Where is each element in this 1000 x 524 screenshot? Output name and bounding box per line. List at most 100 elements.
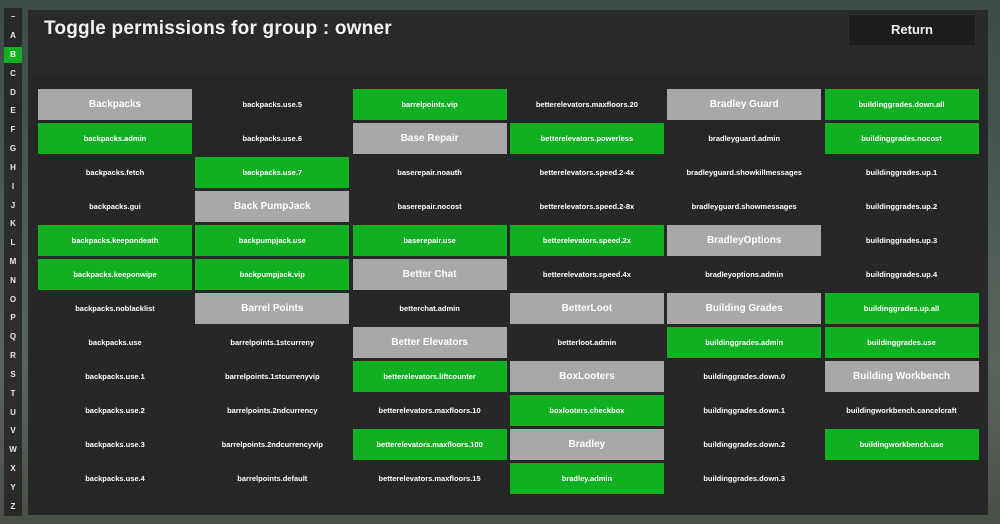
alphabet-letter-m[interactable]: M xyxy=(4,254,22,270)
permission-toggle-off[interactable]: barrelpoints.2ndcurrencyvip xyxy=(195,429,349,460)
permission-toggle-on[interactable]: backpumpjack.use xyxy=(195,225,350,256)
alphabet-letter-c[interactable]: C xyxy=(4,66,22,82)
permission-toggle-on[interactable]: betterelevators.liftcounter xyxy=(352,361,507,392)
alphabet-letter-y[interactable]: Y xyxy=(4,480,22,496)
permission-toggle-off[interactable]: betterelevators.speed.2-8x xyxy=(510,191,664,222)
alphabet-letter-j[interactable]: J xyxy=(4,198,22,214)
permission-toggle-off[interactable]: backpacks.noblacklist xyxy=(38,293,192,324)
permission-toggle-off[interactable]: backpacks.use xyxy=(38,327,192,358)
permission-toggle-on[interactable]: barrelpoints.vip xyxy=(352,89,507,120)
permission-toggle-off[interactable]: barrelpoints.default xyxy=(195,463,349,494)
alphabet-letter-b[interactable]: B xyxy=(4,47,22,64)
permission-toggle-off[interactable]: backpacks.fetch xyxy=(38,157,192,188)
alphabet-letter-z[interactable]: Z xyxy=(4,499,22,515)
permission-toggle-on[interactable]: backpacks.keeponwipe xyxy=(38,259,192,290)
plugin-header-button[interactable]: BradleyOptions xyxy=(667,225,822,256)
permission-toggle-off[interactable]: betterelevators.maxfloors.15 xyxy=(353,463,507,494)
alphabet-letter-n[interactable]: N xyxy=(4,273,22,289)
permission-toggle-on[interactable]: backpacks.use.7 xyxy=(195,157,350,188)
permission-toggle-off[interactable]: backpacks.use.6 xyxy=(195,123,349,154)
plugin-header-button[interactable]: Better Elevators xyxy=(352,327,507,358)
permission-toggle-off[interactable]: backpacks.use.2 xyxy=(38,395,192,426)
permission-toggle-on[interactable]: boxlooters.checkbox xyxy=(509,395,664,426)
permission-toggle-on[interactable]: buildinggrades.up.all xyxy=(824,293,979,324)
plugin-header-button[interactable]: Building Workbench xyxy=(824,361,979,392)
permission-toggle-off[interactable]: bradleyguard.admin xyxy=(667,123,821,154)
plugin-header-button[interactable]: BetterLoot xyxy=(509,293,664,324)
plugin-header-button[interactable]: Bradley xyxy=(509,429,664,460)
permission-toggle-off[interactable]: bradleyoptions.admin xyxy=(667,259,821,290)
permission-toggle-off[interactable]: buildinggrades.down.1 xyxy=(667,395,821,426)
alphabet-filter: – A B C D E F G H I J K L M N O P Q R S T U V W X Y Z xyxy=(4,8,22,516)
alphabet-letter-x[interactable]: X xyxy=(4,461,22,477)
plugin-header-button[interactable]: Better Chat xyxy=(352,259,507,290)
permission-toggle-off[interactable]: barrelpoints.2ndcurrency xyxy=(195,395,349,426)
permission-toggle-off[interactable]: buildinggrades.up.3 xyxy=(825,225,979,256)
plugin-header-button[interactable]: Backpacks xyxy=(38,89,192,120)
permission-toggle-on[interactable]: betterelevators.speed.2x xyxy=(509,225,664,256)
alphabet-letter-k[interactable]: K xyxy=(4,216,22,232)
alphabet-letter-w[interactable]: W xyxy=(4,442,22,458)
permission-toggle-on[interactable]: backpumpjack.vip xyxy=(195,259,350,290)
alphabet-letter-a[interactable]: A xyxy=(4,28,22,44)
permission-toggle-off[interactable]: bradleyguard.showmessages xyxy=(667,191,821,222)
plugin-header-button[interactable]: Barrel Points xyxy=(195,293,350,324)
alphabet-letter-v[interactable]: V xyxy=(4,423,22,439)
alphabet-letter-l[interactable]: L xyxy=(4,235,22,251)
alphabet-letter-o[interactable]: O xyxy=(4,292,22,308)
permission-toggle-off[interactable]: buildinggrades.down.3 xyxy=(667,463,821,494)
permission-toggle-off[interactable]: backpacks.use.1 xyxy=(38,361,192,392)
alphabet-letter-r[interactable]: R xyxy=(4,348,22,364)
permission-toggle-on[interactable]: betterelevators.powerless xyxy=(509,123,664,154)
permission-toggle-on[interactable]: bradley.admin xyxy=(509,463,664,494)
alphabet-letter-s[interactable]: S xyxy=(4,367,22,383)
permission-toggle-off[interactable]: buildinggrades.up.2 xyxy=(825,191,979,222)
permission-toggle-off[interactable]: buildinggrades.up.4 xyxy=(825,259,979,290)
permission-toggle-off[interactable]: buildinggrades.down.0 xyxy=(667,361,821,392)
permission-toggle-off[interactable]: backpacks.use.3 xyxy=(38,429,192,460)
alphabet-letter-i[interactable]: I xyxy=(4,179,22,195)
permission-toggle-off[interactable]: buildingworkbench.cancelcraft xyxy=(825,395,979,426)
permission-toggle-off[interactable]: backpacks.gui xyxy=(38,191,192,222)
alphabet-letter-f[interactable]: F xyxy=(4,122,22,138)
alphabet-letter-p[interactable]: P xyxy=(4,310,22,326)
plugin-header-button[interactable]: Building Grades xyxy=(667,293,822,324)
permission-toggle-off[interactable]: bradleyguard.showkillmessages xyxy=(667,157,821,188)
alphabet-letter-d[interactable]: D xyxy=(4,85,22,101)
permission-toggle-off[interactable]: betterelevators.maxfloors.10 xyxy=(353,395,507,426)
alphabet-letter-g[interactable]: G xyxy=(4,141,22,157)
return-button[interactable]: Return xyxy=(849,15,975,45)
permission-toggle-off[interactable]: baserepair.nocost xyxy=(353,191,507,222)
plugin-header-button[interactable]: Back PumpJack xyxy=(195,191,350,222)
permission-toggle-on[interactable]: backpacks.keepondeath xyxy=(38,225,192,256)
permission-toggle-on[interactable]: buildinggrades.nocost xyxy=(824,123,979,154)
permission-toggle-off[interactable]: baserepair.noauth xyxy=(353,157,507,188)
permission-toggle-on[interactable]: baserepair.use xyxy=(352,225,507,256)
permission-toggle-off[interactable]: betterelevators.speed.2-4x xyxy=(510,157,664,188)
permission-toggle-on[interactable]: buildinggrades.use xyxy=(824,327,979,358)
permission-toggle-on[interactable]: backpacks.admin xyxy=(38,123,192,154)
permission-toggle-off[interactable]: betterloot.admin xyxy=(510,327,664,358)
alphabet-letter-e[interactable]: E xyxy=(4,103,22,119)
permission-toggle-on[interactable]: betterelevators.maxfloors.100 xyxy=(352,429,507,460)
permission-toggle-off[interactable]: barrelpoints.1stcurrenyvip xyxy=(195,361,349,392)
plugin-header-button[interactable]: BoxLooters xyxy=(509,361,664,392)
permission-toggle-on[interactable]: buildinggrades.down.all xyxy=(824,89,979,120)
permission-toggle-on[interactable]: buildingworkbench.use xyxy=(824,429,979,460)
plugin-header-button[interactable]: Bradley Guard xyxy=(667,89,822,120)
permission-toggle-off[interactable]: buildinggrades.down.2 xyxy=(667,429,821,460)
alphabet-letter-h[interactable]: H xyxy=(4,160,22,176)
plugin-header-button[interactable]: Base Repair xyxy=(352,123,507,154)
permission-toggle-off[interactable]: backpacks.use.5 xyxy=(195,89,349,120)
permission-toggle-off[interactable]: backpacks.use.4 xyxy=(38,463,192,494)
permission-toggle-off[interactable]: betterelevators.speed.4x xyxy=(510,259,664,290)
permission-toggle-off[interactable]: betterchat.admin xyxy=(353,293,507,324)
permission-toggle-off[interactable]: buildinggrades.up.1 xyxy=(825,157,979,188)
alphabet-letter-all[interactable]: – xyxy=(4,9,22,25)
permission-toggle-off[interactable]: barrelpoints.1stcurreny xyxy=(195,327,349,358)
alphabet-letter-t[interactable]: T xyxy=(4,386,22,402)
alphabet-letter-u[interactable]: U xyxy=(4,405,22,421)
permission-toggle-on[interactable]: buildinggrades.admin xyxy=(667,327,822,358)
alphabet-letter-q[interactable]: Q xyxy=(4,329,22,345)
permission-toggle-off[interactable]: betterelevators.maxfloors.20 xyxy=(510,89,664,120)
